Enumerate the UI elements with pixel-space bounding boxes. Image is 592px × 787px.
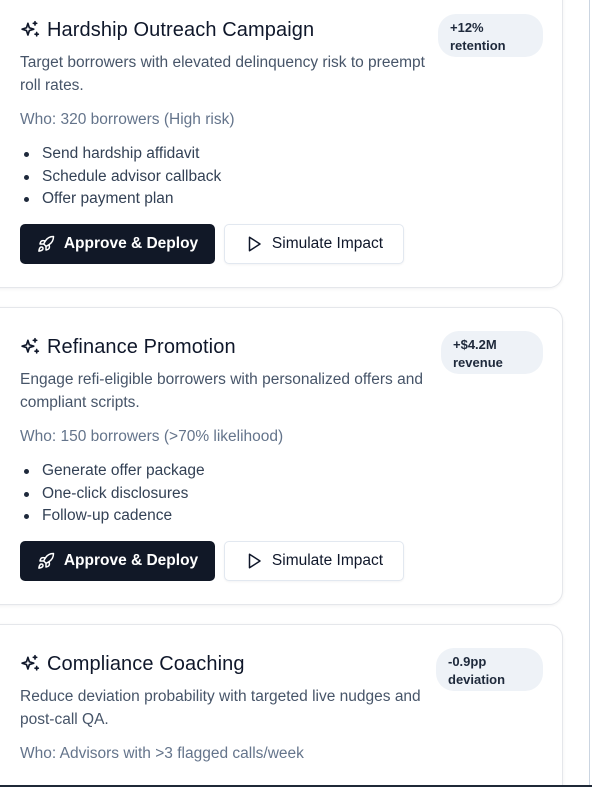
sparkles-icon — [20, 337, 40, 357]
rocket-icon — [37, 552, 55, 570]
badge-value: -0.9pp — [448, 654, 487, 669]
card-actions: Approve & Deploy Simulate Impact — [20, 223, 440, 264]
badge-label: deviation — [448, 672, 506, 687]
list-item: Generate offer package — [20, 460, 440, 483]
impact-badge: -0.9pp deviation — [436, 648, 543, 691]
card-audience: Who: Advisors with >3 flagged calls/week — [20, 745, 304, 762]
card-title-row: Refinance Promotion — [20, 333, 440, 361]
playbook-card-hardship: Hardship Outreach Campaign Target borrow… — [0, 0, 563, 288]
badge-label: revenue — [453, 355, 503, 370]
sparkles-icon — [20, 654, 40, 674]
play-icon — [245, 552, 263, 570]
card-description: Reduce deviation probability with target… — [20, 688, 421, 728]
playbook-card-compliance: Compliance Coaching Reduce deviation pro… — [0, 624, 563, 787]
rocket-icon — [37, 235, 55, 253]
card-title: Hardship Outreach Campaign — [47, 18, 315, 41]
impact-badge: +12% retention — [438, 14, 543, 57]
approve-deploy-button[interactable]: Approve & Deploy — [20, 223, 215, 264]
simulate-impact-label: Simulate Impact — [271, 551, 384, 569]
list-item: Send hardship affidavit — [20, 143, 440, 166]
scroll-edge — [589, 0, 590, 785]
card-audience: Who: 320 borrowers (High risk) — [20, 111, 235, 128]
card-steps: Generate offer package One-click disclos… — [20, 460, 440, 528]
card-actions: Approve & Deploy Simulate Impact — [20, 540, 440, 581]
card-audience: Who: 150 borrowers (>70% likelihood) — [20, 428, 284, 445]
card-title: Refinance Promotion — [47, 335, 236, 358]
card-title-row: Compliance Coaching — [20, 650, 440, 678]
card-title-row: Hardship Outreach Campaign — [20, 16, 440, 44]
badge-label: retention — [450, 38, 506, 53]
approve-deploy-label: Approve & Deploy — [63, 234, 199, 252]
approve-deploy-label: Approve & Deploy — [63, 551, 199, 569]
card-description: Target borrowers with elevated delinquen… — [20, 54, 425, 94]
card-title: Compliance Coaching — [47, 652, 245, 675]
badge-value: +$4.2M — [453, 337, 497, 352]
badge-value: +12% — [450, 20, 484, 35]
card-steps: Send hardship affidavit Schedule advisor… — [20, 143, 440, 211]
list-item: One-click disclosures — [20, 483, 440, 506]
play-icon — [245, 235, 263, 253]
approve-deploy-button[interactable]: Approve & Deploy — [20, 540, 215, 581]
playbook-list: Hardship Outreach Campaign Target borrow… — [0, 0, 592, 787]
list-item: Schedule advisor callback — [20, 166, 440, 189]
card-description: Engage refi-eligible borrowers with pers… — [20, 371, 423, 411]
list-item: Follow-up cadence — [20, 505, 440, 528]
simulate-impact-button[interactable]: Simulate Impact — [224, 223, 404, 264]
playbook-card-refinance: Refinance Promotion Engage refi-eligible… — [0, 307, 563, 605]
list-item: Offer payment plan — [20, 188, 440, 211]
simulate-impact-button[interactable]: Simulate Impact — [224, 540, 404, 581]
impact-badge: +$4.2M revenue — [441, 331, 543, 374]
simulate-impact-label: Simulate Impact — [271, 234, 384, 252]
sparkles-icon — [20, 20, 40, 40]
